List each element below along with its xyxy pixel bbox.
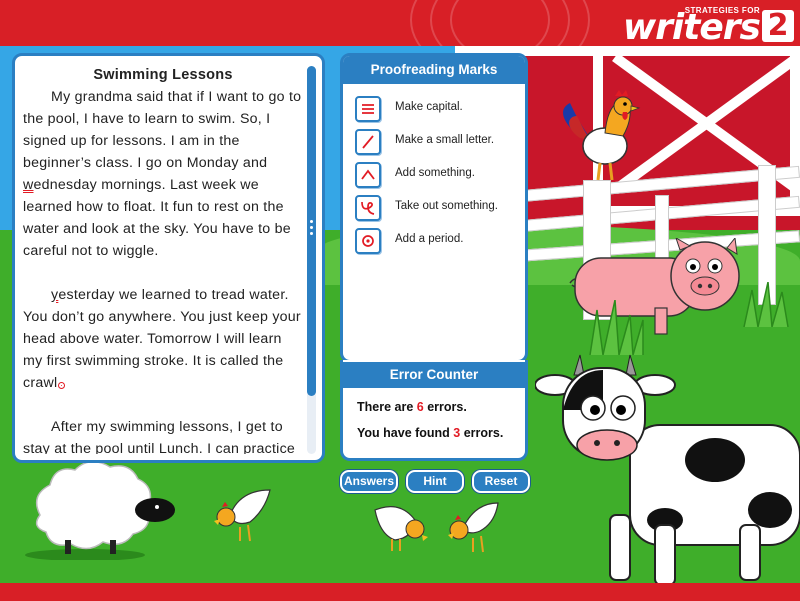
period-mark-button[interactable]	[355, 228, 381, 254]
period-mark-icon	[58, 382, 66, 389]
grass-tuft	[743, 282, 789, 327]
slash-mark-icon	[362, 135, 374, 149]
period-mark-icon	[362, 235, 374, 247]
sheep-illustration	[25, 461, 175, 560]
caret-mark-icon	[361, 169, 375, 180]
reset-button[interactable]: Reset	[472, 470, 530, 493]
found-errors-line: You have found 3 errors.	[357, 426, 504, 440]
hint-button[interactable]: Hint	[406, 470, 464, 493]
capital-mark-button[interactable]	[355, 96, 381, 122]
mark-label: Add a period.	[395, 233, 464, 245]
mark-label: Take out something.	[395, 200, 498, 212]
story-text[interactable]: Swimming Lessons My grandma said that if…	[23, 64, 303, 454]
app-header: STRATEGIES FOR writers 2	[0, 0, 800, 46]
story-panel: Swimming Lessons My grandma said that if…	[12, 53, 325, 463]
mark-row-small-letter[interactable]: Make a small letter.	[355, 129, 525, 155]
mark-row-capital[interactable]: Make capital.	[355, 96, 525, 122]
mark-row-delete[interactable]: Take out something.	[355, 195, 525, 221]
story-paragraph[interactable]: After my swimming lessons, I get to stay…	[23, 416, 303, 454]
caret-mark-button[interactable]	[355, 162, 381, 188]
logo-number: 2	[762, 10, 794, 42]
mark-label: Make capital.	[395, 101, 463, 113]
grass-tuft	[589, 300, 644, 355]
chicken-illustration	[448, 502, 499, 553]
mark-row-add[interactable]: Add something.	[355, 162, 525, 188]
story-scrollbar[interactable]	[307, 66, 316, 454]
rooster-illustration	[563, 90, 641, 181]
mark-label: Add something.	[395, 167, 475, 179]
chicken-illustration	[374, 506, 428, 551]
error-counter-title: Error Counter	[340, 362, 528, 388]
capital-mark-icon	[362, 104, 374, 114]
delete-mark-button[interactable]	[355, 195, 381, 221]
footer-bar	[0, 583, 800, 601]
mark-label: Make a small letter.	[395, 134, 495, 146]
story-paragraph[interactable]: yesterday we learned to tread water. You…	[23, 284, 303, 394]
panel-grip-icon	[310, 220, 313, 240]
story-paragraph[interactable]: My grandma said that if I want to go to …	[23, 86, 303, 262]
mark-row-period[interactable]: Add a period.	[355, 228, 525, 254]
proofreading-marks-panel: Proofreading Marks Make capital. Make a …	[340, 53, 528, 363]
slash-mark-button[interactable]	[355, 129, 381, 155]
cow-illustration	[535, 354, 800, 586]
logo-wordmark: writers	[622, 7, 761, 46]
chicken-illustration	[214, 489, 271, 542]
answers-button[interactable]: Answers	[340, 470, 398, 493]
total-errors-line: There are 6 errors.	[357, 400, 467, 414]
total-errors-count: 6	[416, 400, 424, 414]
story-title: Swimming Lessons	[93, 67, 233, 83]
proofreading-marks-title: Proofreading Marks	[343, 56, 525, 84]
marked-letter[interactable]: w	[23, 177, 34, 193]
delete-mark-icon	[361, 201, 375, 215]
